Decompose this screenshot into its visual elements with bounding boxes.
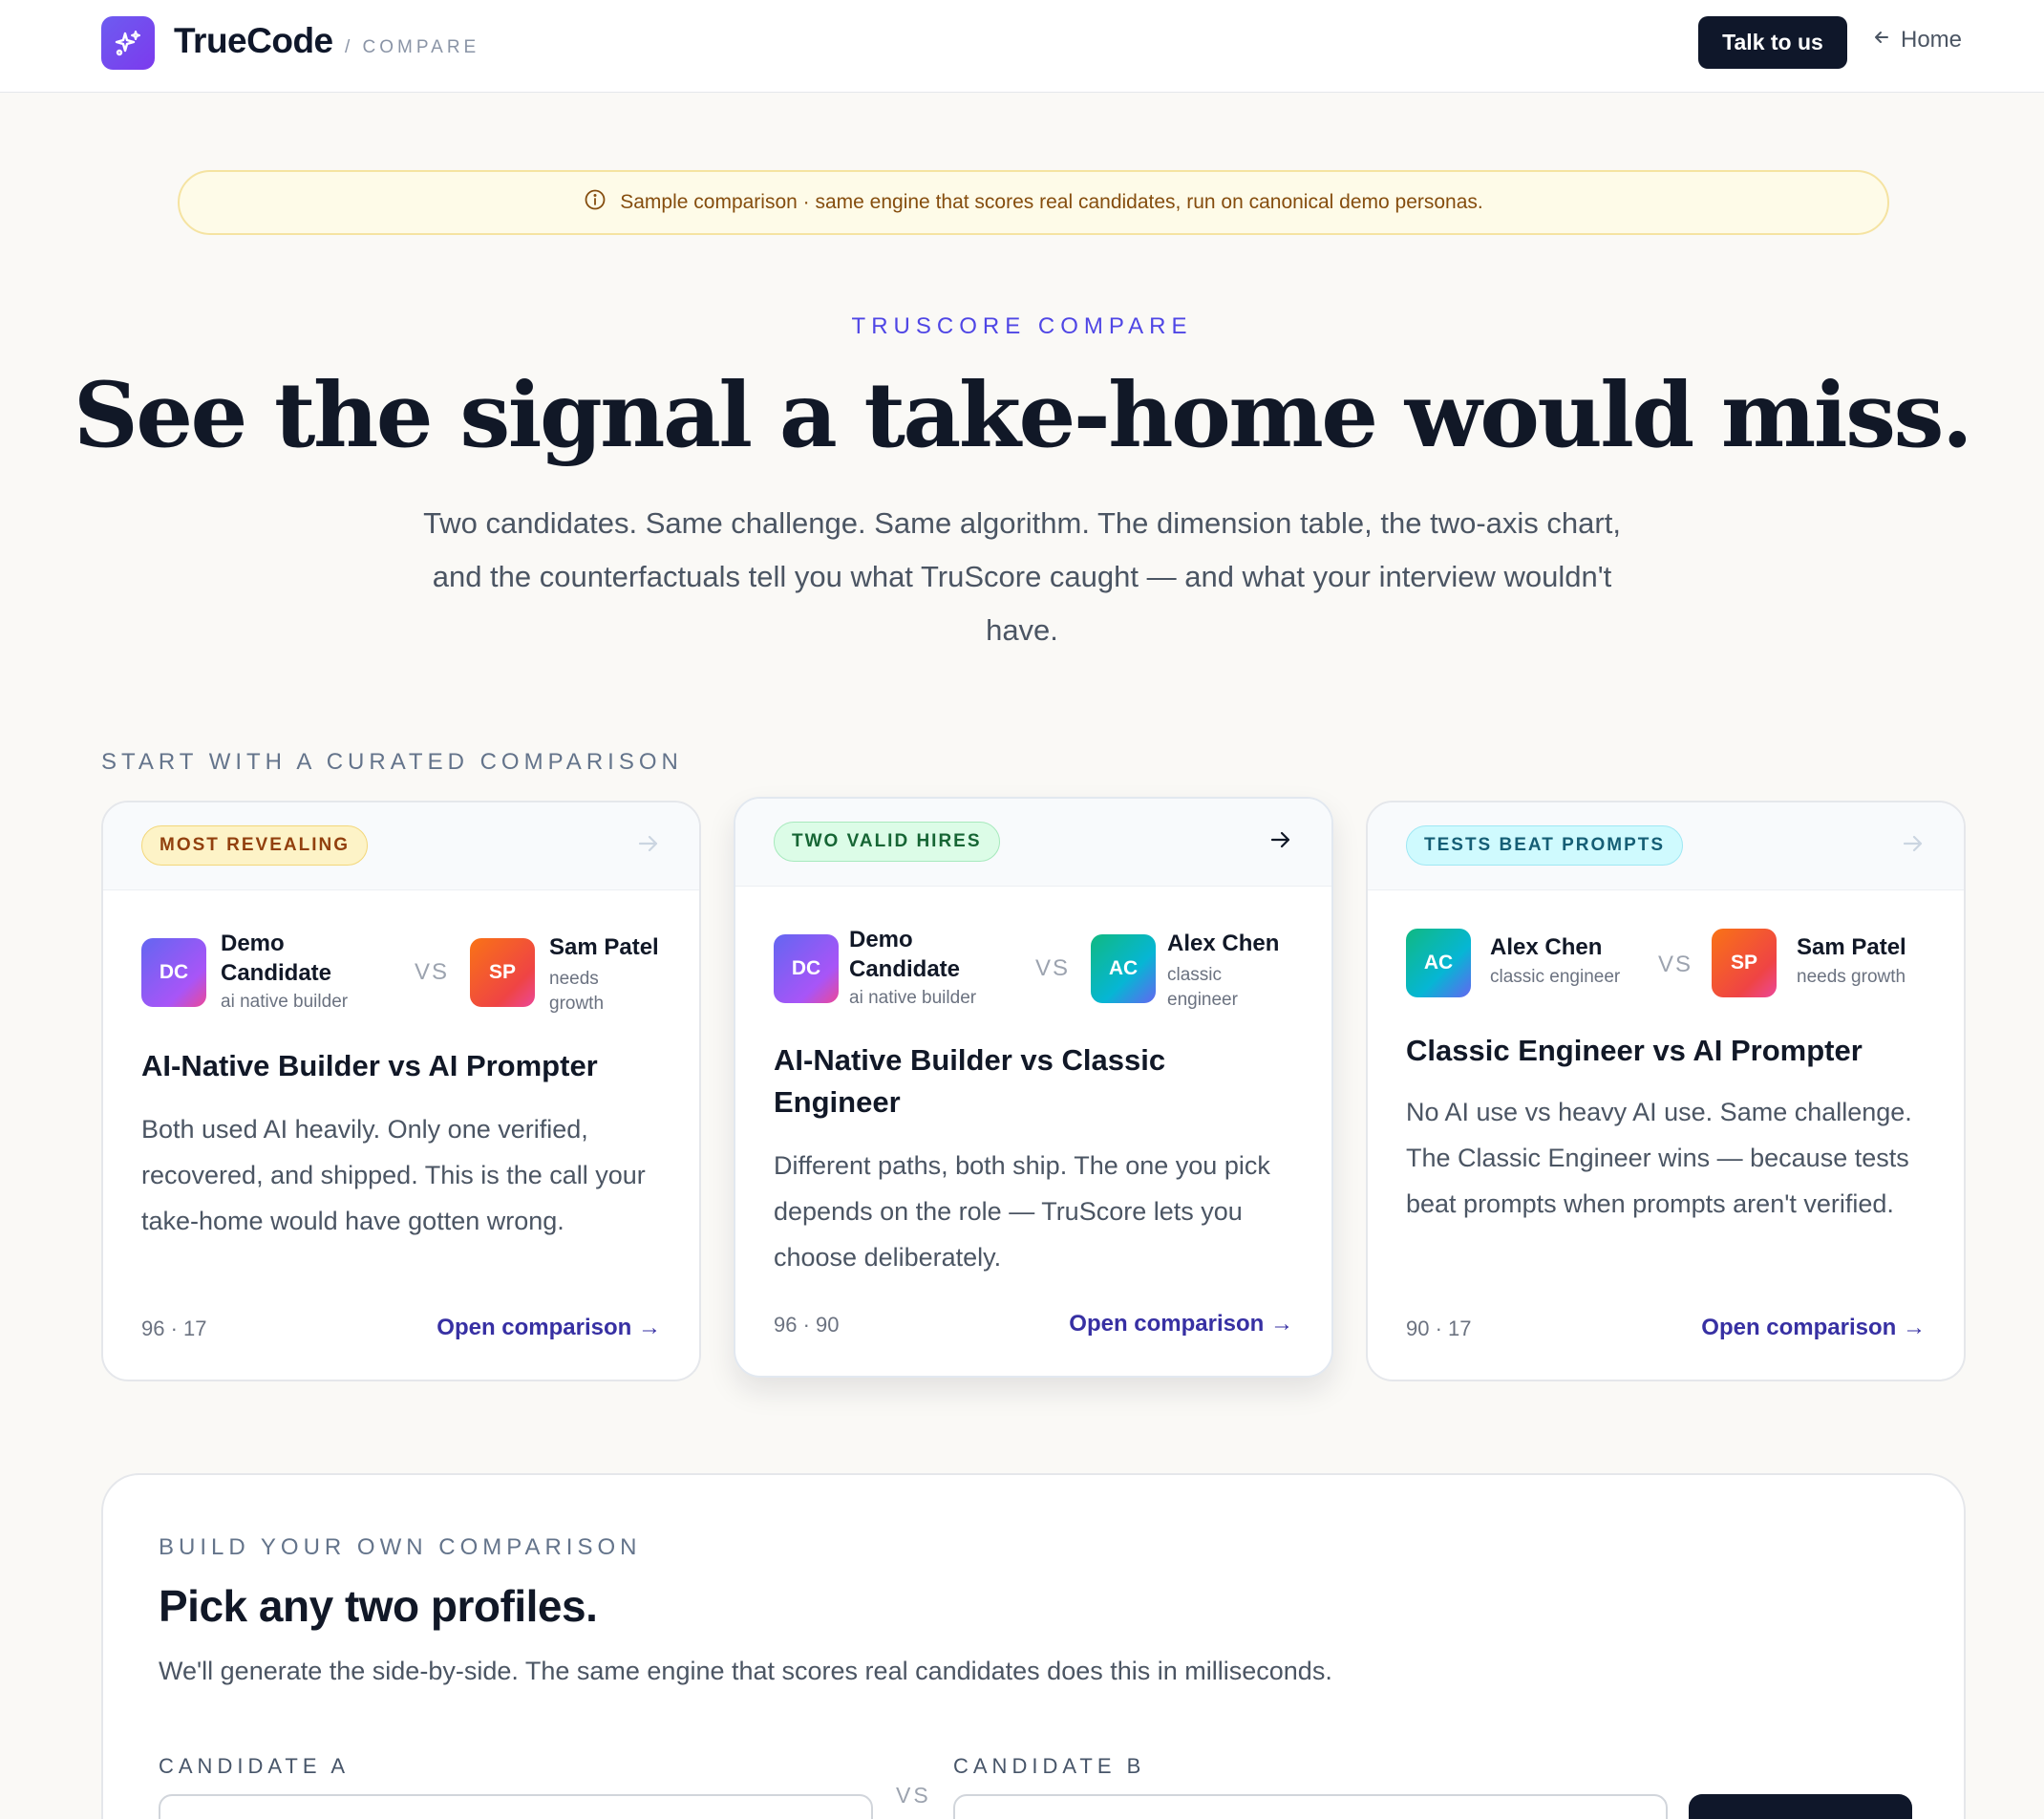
builder-section-label: BUILD YOUR OWN COMPARISON bbox=[159, 1534, 642, 1560]
candidate-pair: DC Demo Candidate ai native builder VS S… bbox=[141, 931, 665, 1018]
card-description: Both used AI heavily. Only one verified,… bbox=[141, 1115, 646, 1235]
candidate-role: needs growth bbox=[1797, 967, 1906, 987]
comparison-card[interactable]: MOST REVEALING DC Demo Candidate ai nati… bbox=[101, 801, 701, 1381]
avatar: DC bbox=[774, 934, 839, 1003]
candidate-a-label: CANDIDATE A bbox=[159, 1754, 351, 1778]
talk-to-us-button[interactable]: Talk to us bbox=[1698, 16, 1847, 69]
candidate-name: Sam Patel bbox=[549, 934, 659, 960]
candidate-name: Alex Chen bbox=[1490, 934, 1603, 960]
score-pair: 96 · 90 bbox=[774, 1313, 840, 1337]
card-badge: MOST REVEALING bbox=[141, 825, 369, 866]
candidate-role: needs growth bbox=[549, 969, 605, 1014]
open-comparison-link[interactable]: Open comparison → bbox=[436, 1315, 661, 1341]
card-description: No AI use vs heavy AI use. Same challeng… bbox=[1406, 1098, 1912, 1218]
avatar: SP bbox=[1712, 929, 1777, 997]
candidate-a-select[interactable] bbox=[159, 1794, 873, 1819]
comparison-card[interactable]: TESTS BEAT PROMPTS AC Alex Chen classic … bbox=[1366, 801, 1966, 1381]
candidate-role: classic engineer bbox=[1167, 965, 1238, 1010]
hero-title: See the signal a take-home would miss. bbox=[73, 363, 1973, 468]
arrow-left-icon bbox=[1872, 27, 1891, 54]
sample-banner: Sample comparison · same engine that sco… bbox=[178, 170, 1889, 235]
arrow-right-icon[interactable] bbox=[1268, 827, 1293, 857]
card-title: Classic Engineer vs AI Prompter bbox=[1406, 1034, 1863, 1067]
comparison-card[interactable]: TWO VALID HIRES DC Demo Candidate ai nat… bbox=[734, 797, 1333, 1378]
hero-eyebrow: TRUSCORE COMPARE bbox=[851, 313, 1193, 339]
candidate-name: Demo Candidate bbox=[221, 931, 332, 986]
candidate-name: Alex Chen bbox=[1167, 931, 1280, 956]
banner-text: Sample comparison · same engine that sco… bbox=[620, 191, 1483, 213]
score-pair: 96 · 17 bbox=[141, 1316, 207, 1340]
candidate-pair: AC Alex Chen classic engineer VS SP Sam … bbox=[1406, 929, 1929, 1015]
open-comparison-link[interactable]: Open comparison → bbox=[1701, 1315, 1926, 1341]
avatar: DC bbox=[141, 938, 206, 1007]
arrow-right-icon[interactable] bbox=[636, 831, 661, 861]
brand-section-label: / COMPARE bbox=[345, 37, 480, 57]
card-badge: TESTS BEAT PROMPTS bbox=[1406, 825, 1684, 866]
builder-subtitle: We'll generate the side-by-side. The sam… bbox=[159, 1657, 1332, 1685]
card-title: AI-Native Builder vs Classic Engineer bbox=[774, 1043, 1166, 1119]
candidate-role: classic engineer bbox=[1490, 967, 1621, 987]
brand-name[interactable]: TrueCode bbox=[174, 21, 333, 61]
compare-button[interactable] bbox=[1689, 1794, 1912, 1819]
card-header: TWO VALID HIRES bbox=[735, 799, 1331, 887]
builder-vs-label: VS bbox=[896, 1783, 931, 1808]
curated-section-label: START WITH A CURATED COMPARISON bbox=[101, 749, 683, 775]
avatar: AC bbox=[1406, 929, 1471, 997]
candidate-b-label: CANDIDATE B bbox=[953, 1754, 1146, 1778]
candidate-pair: DC Demo Candidate ai native builder VS A… bbox=[774, 927, 1297, 1015]
candidate-role: ai native builder bbox=[221, 992, 349, 1012]
card-title: AI-Native Builder vs AI Prompter bbox=[141, 1049, 598, 1082]
vs-label: VS bbox=[415, 959, 450, 985]
card-header: TESTS BEAT PROMPTS bbox=[1368, 802, 1964, 890]
builder-title: Pick any two profiles. bbox=[159, 1581, 598, 1631]
hero-subtitle: Two candidates. Same challenge. Same alg… bbox=[423, 506, 1621, 647]
vs-label: VS bbox=[1658, 952, 1693, 977]
candidate-role: ai native builder bbox=[849, 988, 977, 1008]
home-link-label: Home bbox=[1901, 27, 1963, 53]
avatar: SP bbox=[470, 938, 535, 1007]
candidate-name: Sam Patel bbox=[1797, 934, 1906, 960]
card-header: MOST REVEALING bbox=[103, 802, 699, 890]
open-comparison-link[interactable]: Open comparison → bbox=[1069, 1311, 1293, 1338]
arrow-right-icon[interactable] bbox=[1901, 831, 1926, 861]
vs-label: VS bbox=[1035, 955, 1071, 981]
score-pair: 90 · 17 bbox=[1406, 1316, 1472, 1340]
avatar: AC bbox=[1091, 934, 1156, 1003]
candidate-name: Demo Candidate bbox=[849, 927, 961, 982]
info-icon bbox=[584, 188, 607, 217]
sparkle-logo-icon[interactable] bbox=[101, 16, 155, 70]
candidate-b-select[interactable] bbox=[953, 1794, 1668, 1819]
home-link[interactable]: Home bbox=[1872, 27, 1962, 54]
card-description: Different paths, both ship. The one you … bbox=[774, 1151, 1270, 1272]
top-nav: TrueCode / COMPARE Talk to us Home bbox=[0, 0, 2044, 93]
build-comparison-panel: BUILD YOUR OWN COMPARISON Pick any two p… bbox=[101, 1473, 1966, 1819]
card-badge: TWO VALID HIRES bbox=[774, 822, 1000, 862]
